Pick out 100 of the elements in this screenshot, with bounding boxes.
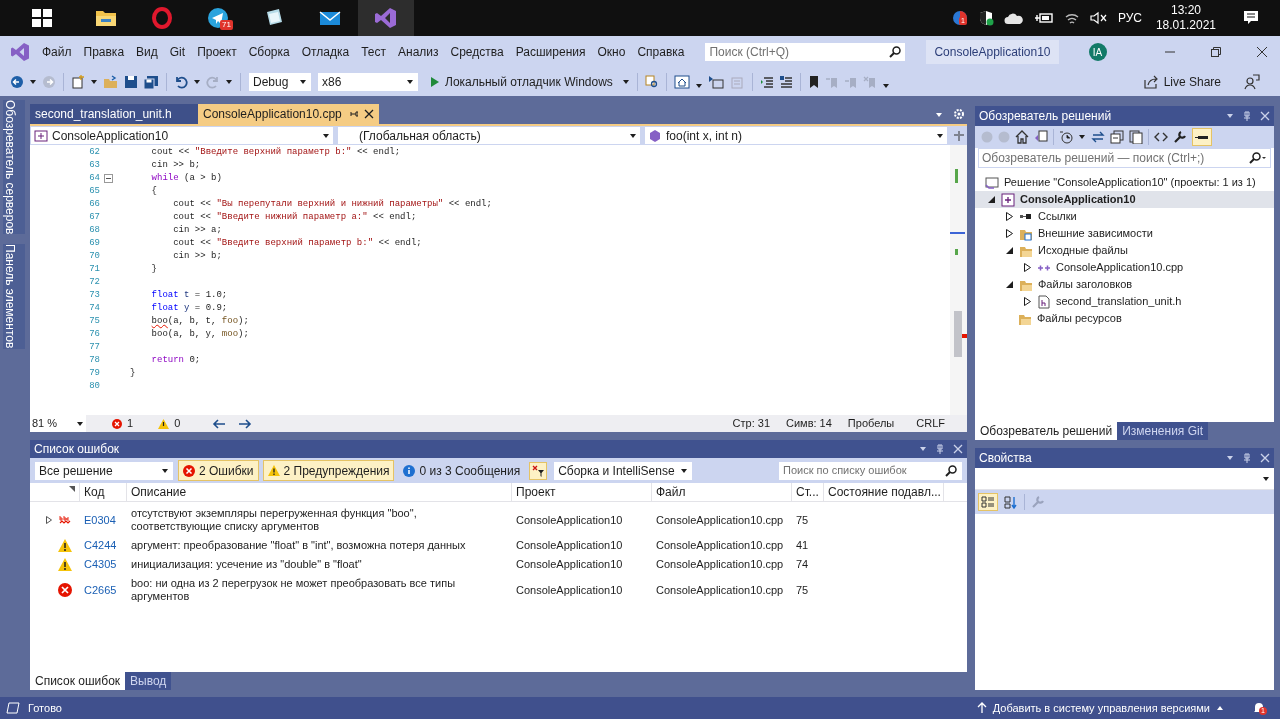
tree-item[interactable]: ConsoleApplication10 [975,191,1274,208]
scope-dropdown[interactable]: Все решение [34,460,174,481]
panel-tab[interactable]: Обозреватель решений [975,422,1118,440]
pin-icon[interactable] [1242,453,1252,463]
panel-tab[interactable]: Список ошибок [30,672,126,690]
expanded-arrow-icon[interactable] [1005,246,1014,255]
error-code-link[interactable]: E0304 [80,513,127,527]
column-header[interactable]: Код [80,483,127,502]
menu-item[interactable]: Окно [591,43,632,61]
code-view-icon[interactable] [1154,130,1168,144]
home-view-icon[interactable] [673,75,690,89]
preview-toggle-icon[interactable] [1192,128,1212,146]
pin-icon[interactable] [1242,111,1252,121]
collapsed-arrow-icon[interactable] [1005,212,1014,221]
source-control-button[interactable]: Добавить в систему управления версиями [976,699,1224,717]
build-source-dropdown[interactable]: Сборка и IntelliSense [553,460,694,481]
taskbar-app-button[interactable]: 71 [190,0,246,36]
pin-icon[interactable] [347,109,358,119]
step-icon[interactable] [707,75,724,89]
collapsed-arrow-icon[interactable] [1023,297,1032,306]
menu-item[interactable]: Средства [444,43,510,61]
menu-item[interactable]: Файл [36,43,78,61]
cloud-icon[interactable] [1003,11,1024,25]
column-header[interactable]: Файл [652,483,792,502]
whitespace-label[interactable]: Пробелы [847,415,895,432]
menu-item[interactable]: Проект [191,43,243,61]
error-count-indicator[interactable]: 1 [112,415,134,432]
navigation-dropdown[interactable]: foo(int x, int n) [644,126,948,145]
gear-icon[interactable] [953,108,965,120]
configuration-dropdown[interactable]: Debug [248,72,312,92]
menu-item[interactable]: Анализ [392,43,445,61]
filter-toggle-button[interactable]: 2 Предупреждения [262,460,395,481]
find-icon[interactable] [644,75,659,89]
column-header[interactable]: Ст... [792,483,824,502]
navigation-dropdown[interactable]: (Глобальная область) [337,126,641,145]
panel-tab[interactable]: Изменения Git [1117,422,1208,440]
column-header[interactable]: Описание [127,483,512,502]
filter-toggle-button[interactable]: 2 Ошибки [178,460,259,481]
comment-lines-icon[interactable] [778,75,793,89]
error-search-field[interactable]: Поиск по списку ошибок [778,460,963,481]
error-code-link[interactable]: C4244 [80,539,127,552]
line-ending-label[interactable]: CRLF [916,415,945,432]
notification-icon[interactable] [1242,9,1260,27]
dropdown-caret-icon[interactable] [1226,455,1234,461]
platform-dropdown[interactable]: x86 [317,72,419,92]
expand-arrow-icon[interactable] [46,516,52,524]
show-all-files-icon[interactable] [1129,130,1143,144]
clock[interactable]: 13:20 18.01.2021 [1151,3,1220,33]
menu-item[interactable]: Расширения [509,43,592,61]
restore-icon[interactable] [1210,46,1222,58]
sort-alphabetical-icon[interactable] [1004,495,1018,509]
collapsed-arrow-icon[interactable] [1005,229,1014,238]
dropdown-caret-icon[interactable] [919,446,927,452]
menu-item[interactable]: Git [163,43,192,61]
categorized-icon[interactable] [978,493,998,511]
collapsed-arrow-icon[interactable] [1023,263,1032,272]
tree-item[interactable]: second_translation_unit.h [975,293,1274,310]
live-share-button[interactable]: Live Share [1139,71,1225,93]
account-avatar[interactable]: IA [1088,43,1107,61]
wrench-icon[interactable] [1173,130,1187,144]
zoom-dropdown[interactable]: 81 % [30,415,86,432]
menu-item[interactable]: Отладка [295,43,356,61]
expanded-arrow-icon[interactable] [1005,280,1014,289]
close-icon[interactable] [1256,46,1268,58]
expanded-arrow-icon[interactable] [987,195,996,204]
indent-lines-icon[interactable] [759,75,774,89]
start-debugging-button[interactable]: Локальный отладчик Windows [426,71,617,93]
tree-item[interactable]: Решение "ConsoleApplication10" (проекты: 1 из 1) [975,174,1274,191]
tree-item[interactable]: Внешние зависимости [975,225,1274,242]
battery-plug-icon[interactable] [1033,11,1054,25]
collapse-all-icon[interactable] [1110,130,1124,144]
new-item-icon[interactable] [71,75,85,89]
save-icon[interactable] [124,75,138,89]
menu-item[interactable]: Сборка [242,43,296,61]
column-sort-icon[interactable] [69,486,75,492]
language-indicator[interactable]: РУС [1117,9,1142,27]
menu-item[interactable]: Тест [355,43,392,61]
wifi-icon[interactable] [1063,11,1080,25]
undo-icon[interactable] [174,75,188,89]
warning-count-indicator[interactable]: 0 [158,415,181,432]
windows-logo-icon[interactable] [30,6,54,30]
menu-item[interactable]: Справка [631,43,691,61]
save-all-icon[interactable] [143,75,159,89]
open-folder-icon[interactable] [103,75,119,89]
error-code-link[interactable]: C4305 [80,558,127,571]
menu-item[interactable]: Вид [130,43,164,61]
collapse-box-icon[interactable] [103,174,113,183]
column-header[interactable]: Состояние подавл... [824,483,944,502]
bookmark-icon[interactable] [807,75,820,89]
search-field[interactable]: Поиск (Ctrl+Q) [704,42,907,62]
speaker-muted-icon[interactable] [1089,11,1108,25]
navigation-dropdown[interactable]: ConsoleApplication10 [30,126,334,145]
vertical-scrollbar[interactable] [950,145,967,415]
column-header[interactable]: Проект [512,483,652,502]
tree-item[interactable]: Исходные файлы [975,242,1274,259]
menu-item[interactable]: Правка [77,43,131,61]
pending-changes-icon[interactable] [1059,130,1073,144]
pin-icon[interactable] [935,444,945,454]
panel-tab[interactable]: Вывод [125,672,172,690]
home-icon[interactable] [1015,130,1029,144]
